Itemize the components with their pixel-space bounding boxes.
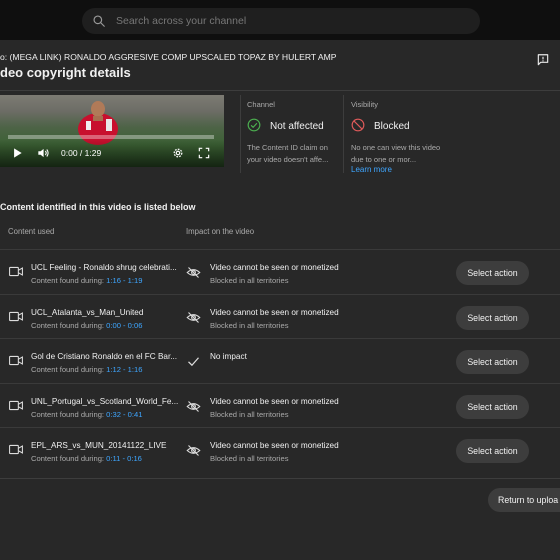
section-title: Content identified in this video is list… — [0, 202, 196, 212]
fullscreen-icon[interactable] — [197, 146, 211, 160]
content-row: UCL Feeling - Ronaldo shrug celebrati...… — [0, 249, 560, 294]
content-found-label: Content found during: — [31, 454, 107, 463]
volume-icon[interactable] — [36, 146, 50, 160]
select-action-button[interactable]: Select action — [456, 439, 529, 463]
video-camera-icon — [9, 311, 23, 322]
content-found-during: Content found during: 0:11 - 0:16 — [31, 454, 142, 463]
impact-title: Video cannot be seen or monetized — [210, 263, 339, 272]
blocked-icon — [351, 118, 365, 132]
content-time-range[interactable]: 0:32 - 0:41 — [106, 410, 142, 419]
channel-label: Channel — [247, 100, 275, 109]
video-title-subtitle: o: (MEGA LINK) RONALDO AGGRESIVE COMP UP… — [0, 52, 337, 62]
return-to-upload-button[interactable]: Return to uploa — [488, 488, 560, 512]
search-icon — [93, 15, 105, 27]
visibility-description: No one can view this video due to one or… — [351, 143, 441, 164]
eye-off-icon — [186, 401, 201, 412]
check-icon — [188, 357, 199, 367]
content-title: Gol de Cristiano Ronaldo en el FC Bar... — [31, 352, 178, 361]
channel-description: The Content ID claim on your video doesn… — [247, 143, 329, 164]
video-controls-overlay — [0, 139, 224, 167]
copyright-details-dialog: o: (MEGA LINK) RONALDO AGGRESIVE COMP UP… — [0, 40, 560, 560]
impact-subtitle: Blocked in all territories — [210, 276, 289, 285]
visibility-status: Blocked — [374, 121, 410, 132]
content-found-label: Content found during: — [31, 410, 107, 419]
impact-title: Video cannot be seen or monetized — [210, 397, 339, 406]
content-found-during: Content found during: 1:12 - 1:16 — [31, 365, 142, 374]
top-bar — [0, 0, 560, 40]
eye-off-icon — [186, 312, 201, 323]
content-time-range[interactable]: 1:12 - 1:16 — [106, 365, 142, 374]
content-row: UNL_Portugal_vs_Scotland_World_Fe... Cont… — [0, 383, 560, 428]
content-row: Gol de Cristiano Ronaldo en el FC Bar...… — [0, 338, 560, 383]
footer-divider — [0, 478, 560, 479]
dialog-title: deo copyright details — [0, 65, 131, 80]
content-found-during: Content found during: 0:00 - 0:06 — [31, 321, 142, 330]
check-circle-icon — [247, 118, 261, 132]
content-found-label: Content found during: — [31, 321, 107, 330]
content-title: EPL_ARS_vs_MUN_20141122_LIVE — [31, 441, 167, 450]
column-header-impact: Impact on the video — [186, 227, 255, 236]
video-camera-icon — [9, 355, 23, 366]
channel-status: Not affected — [270, 121, 324, 132]
column-header-content: Content used — [8, 227, 55, 236]
feedback-icon[interactable] — [536, 53, 550, 67]
content-time-range[interactable]: 0:00 - 0:06 — [106, 321, 142, 330]
video-timecode: 0:00 / 1:29 — [61, 148, 102, 158]
eye-off-icon — [186, 267, 201, 278]
impact-title: Video cannot be seen or monetized — [210, 441, 339, 450]
visibility-label: Visibility — [351, 100, 378, 109]
content-title: UNL_Portugal_vs_Scotland_World_Fe... — [31, 397, 179, 406]
impact-subtitle: Blocked in all territories — [210, 454, 289, 463]
content-found-during: Content found during: 0:32 - 0:41 — [31, 410, 142, 419]
play-icon[interactable] — [10, 146, 24, 160]
column-divider — [343, 95, 344, 173]
content-title: UCL_Atalanta_vs_Man_United — [31, 308, 144, 317]
content-found-label: Content found during: — [31, 276, 107, 285]
video-camera-icon — [9, 444, 23, 455]
select-action-button[interactable]: Select action — [456, 350, 529, 374]
impact-title: Video cannot be seen or monetized — [210, 308, 339, 317]
content-found-during: Content found during: 1:16 - 1:19 — [31, 276, 142, 285]
video-player[interactable]: 0:00 / 1:29 — [0, 95, 224, 167]
search-input[interactable] — [116, 15, 446, 27]
content-time-range[interactable]: 0:11 - 0:16 — [106, 454, 142, 463]
content-row: UCL_Atalanta_vs_Man_United Content found … — [0, 294, 560, 339]
search-bar[interactable] — [82, 8, 480, 34]
content-found-label: Content found during: — [31, 365, 107, 374]
video-camera-icon — [9, 400, 23, 411]
header-divider — [0, 90, 560, 91]
video-camera-icon — [9, 266, 23, 277]
select-action-button[interactable]: Select action — [456, 395, 529, 419]
content-title: UCL Feeling - Ronaldo shrug celebrati... — [31, 263, 177, 272]
learn-more-link[interactable]: Learn more — [351, 165, 392, 174]
select-action-button[interactable]: Select action — [456, 306, 529, 330]
impact-subtitle: Blocked in all territories — [210, 410, 289, 419]
eye-off-icon — [186, 445, 201, 456]
column-divider — [240, 95, 241, 173]
content-row: EPL_ARS_vs_MUN_20141122_LIVE Content foun… — [0, 427, 560, 472]
impact-subtitle: Blocked in all territories — [210, 321, 289, 330]
impact-title: No impact — [210, 352, 247, 361]
video-progress-bar[interactable] — [8, 135, 214, 139]
content-time-range[interactable]: 1:16 - 1:19 — [106, 276, 142, 285]
select-action-button[interactable]: Select action — [456, 261, 529, 285]
settings-gear-icon[interactable] — [171, 146, 185, 160]
